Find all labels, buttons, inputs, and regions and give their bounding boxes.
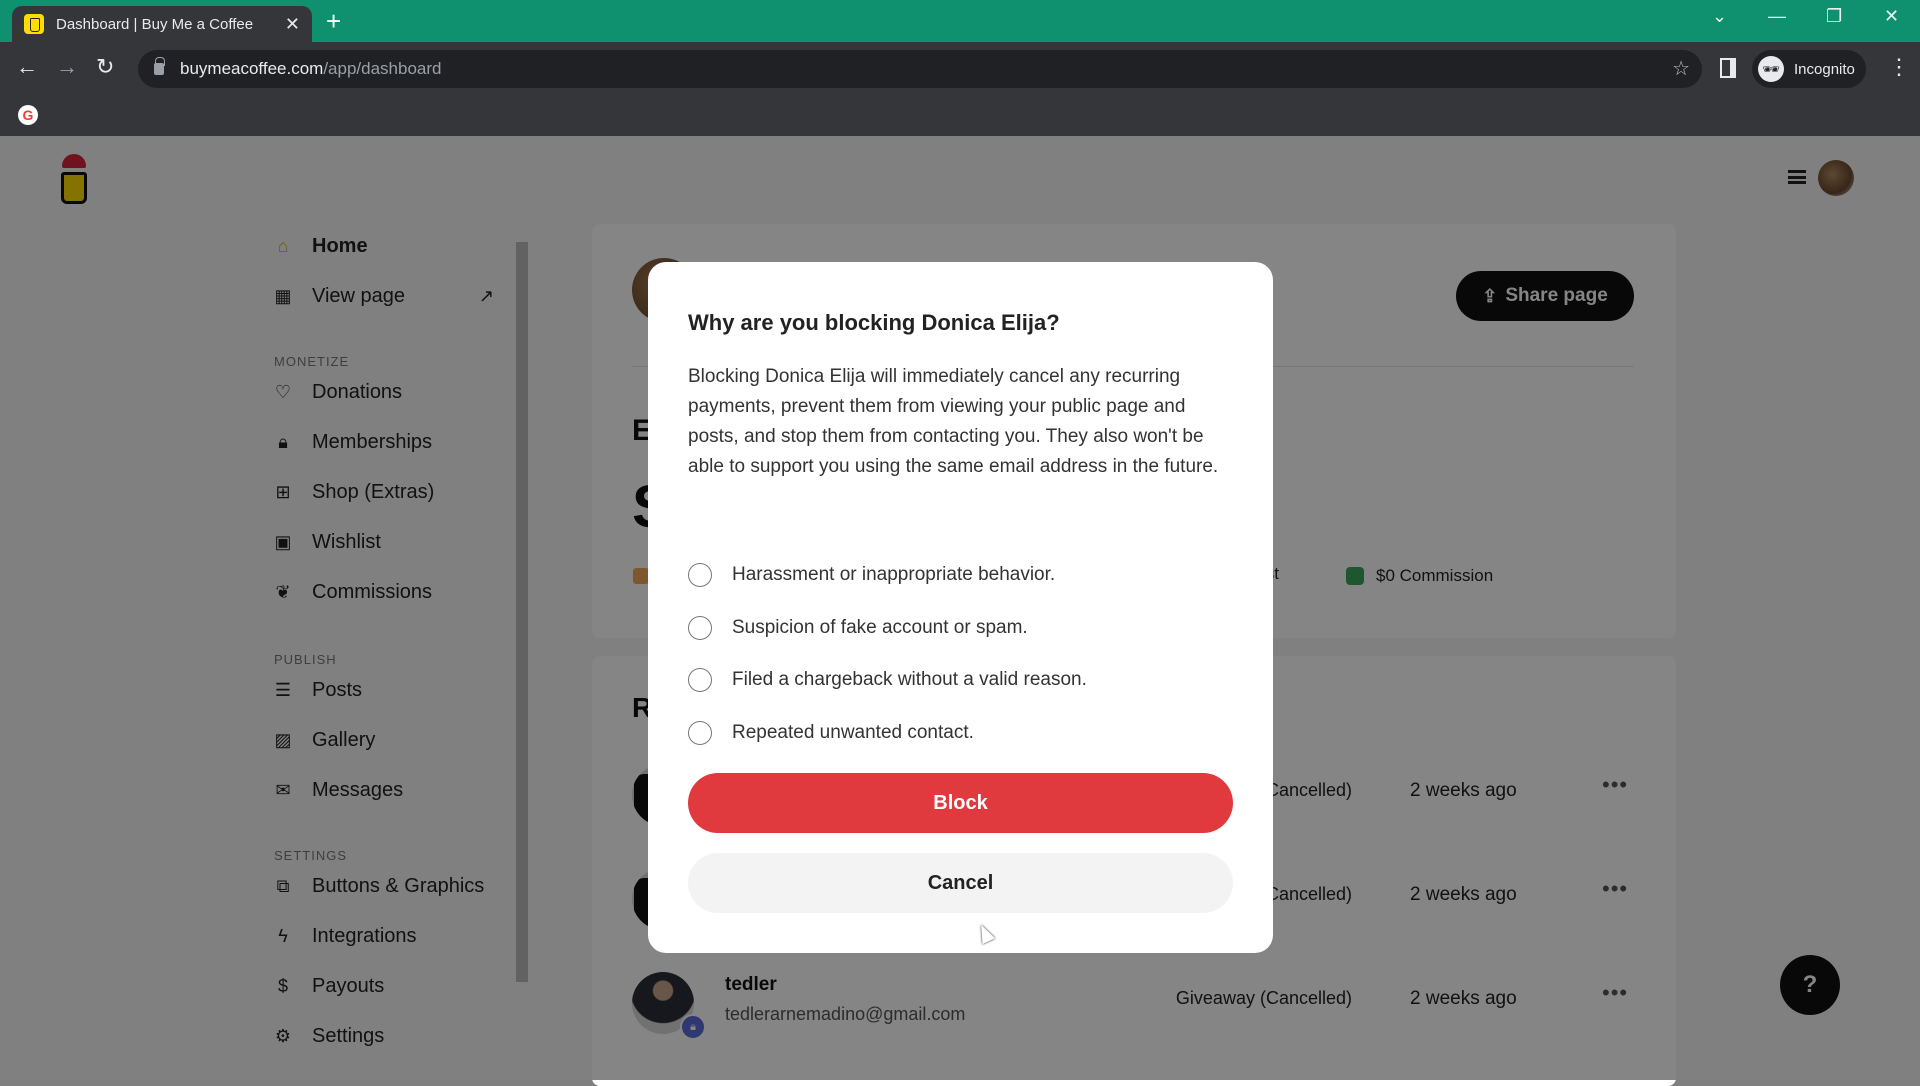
forward-button[interactable]: →	[56, 54, 78, 80]
incognito-icon: 🕶	[1758, 56, 1784, 82]
tab-title: Dashboard | Buy Me a Coffee	[56, 15, 254, 33]
close-window-button[interactable]: ✕	[1884, 6, 1899, 27]
cancel-button[interactable]: Cancel	[688, 853, 1233, 913]
buymeacoffee-favicon	[24, 14, 44, 34]
browser-titlebar: Dashboard | Buy Me a Coffee ✕ + ⌄ — ❐ ✕	[0, 0, 1920, 42]
dialog-description: Blocking Donica Elija will immediately c…	[688, 366, 1219, 477]
browser-menu-icon[interactable]: ⋮	[1888, 54, 1910, 80]
reason-label: Filed a chargeback without a valid reaso…	[732, 669, 1087, 690]
lock-icon[interactable]	[154, 57, 165, 75]
browser-tab-active[interactable]: Dashboard | Buy Me a Coffee ✕	[12, 6, 312, 42]
bookmarks-bar: G	[0, 96, 1920, 136]
reason-option-unwanted-contact[interactable]: Repeated unwanted contact.	[688, 718, 974, 748]
block-button[interactable]: Block	[688, 773, 1233, 833]
address-bar[interactable]: buymeacoffee.com /app/dashboard ☆	[138, 50, 1702, 88]
block-user-dialog: Why are you blocking Donica Elija? Block…	[648, 262, 1273, 953]
reason-option-fake-account[interactable]: Suspicion of fake account or spam.	[688, 613, 1028, 643]
google-bookmark-icon[interactable]: G	[18, 105, 38, 125]
reason-option-chargeback[interactable]: Filed a chargeback without a valid reaso…	[688, 665, 1087, 695]
minimize-button[interactable]: —	[1768, 6, 1786, 27]
restore-button[interactable]: ❐	[1826, 6, 1842, 27]
reason-option-harassment[interactable]: Harassment or inappropriate behavior.	[688, 560, 1055, 590]
browser-toolbar: ← → ↻ buymeacoffee.com /app/dashboard ☆ …	[0, 42, 1920, 96]
reload-button[interactable]: ↻	[96, 54, 114, 80]
reason-label: Harassment or inappropriate behavior.	[732, 564, 1056, 585]
radio-button[interactable]	[688, 616, 712, 640]
bookmark-star-icon[interactable]: ☆	[1672, 56, 1690, 81]
dialog-title: Why are you blocking Donica Elija?	[688, 310, 1060, 335]
tab-close-icon[interactable]: ✕	[285, 14, 300, 35]
radio-button[interactable]	[688, 668, 712, 692]
new-tab-button[interactable]: +	[326, 6, 341, 37]
radio-button[interactable]	[688, 563, 712, 587]
url-host: buymeacoffee.com	[180, 59, 324, 78]
side-panel-icon[interactable]	[1720, 58, 1736, 78]
back-button[interactable]: ←	[16, 54, 38, 80]
url-path: /app/dashboard	[323, 59, 442, 78]
incognito-label: Incognito	[1794, 60, 1855, 78]
reason-label: Suspicion of fake account or spam.	[732, 617, 1028, 638]
tab-search-dropdown-icon[interactable]: ⌄	[1712, 6, 1727, 27]
radio-button[interactable]	[688, 721, 712, 745]
reason-label: Repeated unwanted contact.	[732, 722, 974, 743]
incognito-profile-button[interactable]: 🕶 Incognito	[1752, 50, 1866, 88]
